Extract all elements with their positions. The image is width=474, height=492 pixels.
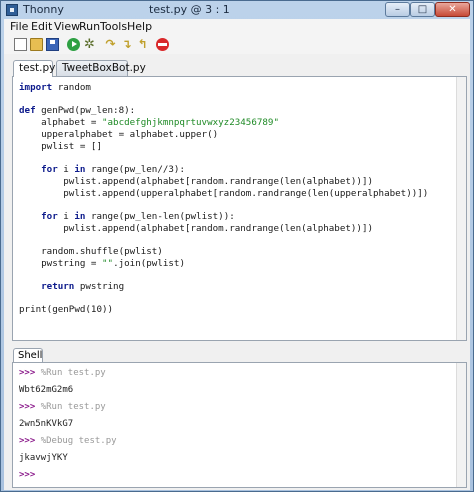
code-string: "": [101, 258, 114, 269]
close-button[interactable]: ✕: [435, 2, 470, 17]
code-keyword: for: [19, 211, 58, 222]
save-file-icon[interactable]: [46, 38, 59, 51]
menu-file[interactable]: File: [10, 20, 28, 33]
code-text: pwlist = []: [19, 141, 102, 152]
code-text: pwlist.append(alphabet[random.randrange(…: [19, 176, 374, 187]
tab-shell[interactable]: Shell: [13, 348, 43, 363]
shell-prompt: >>>: [19, 470, 36, 480]
shell-command: %Run test.py: [40, 402, 106, 412]
window-file-title: test.py @ 3 : 1: [149, 3, 230, 16]
code-text: genPwd(pw_len:8):: [35, 105, 136, 116]
code-text: i: [57, 164, 75, 175]
code-text: i: [57, 211, 75, 222]
code-keyword: in: [74, 211, 86, 222]
toolbar: ✲ ↷ ↴ ↰: [4, 35, 470, 55]
menu-edit[interactable]: Edit: [31, 20, 52, 33]
shell-prompt: >>>: [19, 402, 36, 412]
menu-view[interactable]: View: [54, 20, 80, 33]
code-text: .join(pwlist): [113, 258, 185, 269]
stop-icon[interactable]: [156, 38, 169, 51]
new-file-icon[interactable]: [14, 38, 27, 51]
shell-output: jkavwjYKY: [19, 453, 68, 463]
code-keyword: for: [19, 164, 58, 175]
debug-icon[interactable]: ✲: [83, 38, 96, 51]
code-text: pwlist.append(alphabet[random.randrange(…: [19, 223, 374, 234]
shell-vertical-scrollbar[interactable]: [456, 363, 466, 487]
shell-command: %Run test.py: [40, 368, 106, 378]
shell-prompt: >>>: [19, 436, 36, 446]
shell-prompt: >>>: [19, 368, 36, 378]
tab-tweetboxbot-py[interactable]: TweetBoxBot.py: [56, 60, 146, 76]
code-text: pwstring =: [19, 258, 102, 269]
code-text: upperalphabet = alphabet.upper(): [19, 129, 219, 140]
code-text: random: [52, 82, 91, 93]
shell-output: Wbt62mG2m6: [19, 385, 74, 395]
step-out-icon[interactable]: ↰: [136, 38, 149, 51]
menu-bar: File Edit View Run Tools Help: [4, 19, 470, 36]
shell-output: 2wn5nKVkG7: [19, 419, 74, 429]
code-keyword: return: [19, 281, 75, 292]
tab-test-py[interactable]: test.py: [13, 60, 55, 77]
run-icon[interactable]: [67, 38, 80, 51]
code-editor[interactable]: import random def genPwd(pw_len:8): alph…: [12, 76, 467, 341]
open-file-icon[interactable]: [30, 38, 43, 51]
code-text: random.shuffle(pwlist): [19, 246, 163, 257]
maximize-button[interactable]: □: [410, 2, 435, 17]
step-over-icon[interactable]: ↷: [104, 38, 117, 51]
code-keyword: import: [19, 82, 53, 93]
code-text: range(pw_len//3):: [85, 164, 185, 175]
code-keyword: def: [19, 105, 36, 116]
code-string: "abcdefghjkmnpqrtuvwxyz23456789": [101, 117, 279, 128]
menu-tools[interactable]: Tools: [100, 20, 127, 33]
code-text: print(genPwd(10)): [19, 304, 114, 315]
window-app-name: Thonny: [23, 3, 64, 16]
shell-command: %Debug test.py: [40, 436, 117, 446]
thonny-app-icon: [6, 4, 18, 16]
code-text: alphabet =: [19, 117, 102, 128]
editor-vertical-scrollbar[interactable]: [456, 77, 466, 340]
menu-help[interactable]: Help: [127, 20, 152, 33]
code-text: pwlist.append(upperalphabet[random.randr…: [19, 188, 429, 199]
code-text: pwstring: [74, 281, 125, 292]
shell-console[interactable]: >>> %Run test.py Wbt62mG2m6 >>> %Run tes…: [12, 362, 467, 488]
code-text: range(pw_len-len(pwlist)):: [85, 211, 235, 222]
shell-notebook: Shell >>> %Run test.py Wbt62mG2m6 >>> %R…: [4, 344, 470, 490]
thonny-window: Thonny test.py @ 3 : 1 – □ ✕ File Edit V…: [0, 0, 474, 492]
editor-notebook: test.py TweetBoxBot.py import random def…: [4, 54, 470, 344]
minimize-button[interactable]: –: [385, 2, 410, 17]
menu-run[interactable]: Run: [79, 20, 100, 33]
step-into-icon[interactable]: ↴: [120, 38, 133, 51]
code-keyword: in: [74, 164, 86, 175]
title-bar: Thonny test.py @ 3 : 1 – □ ✕: [1, 1, 473, 19]
